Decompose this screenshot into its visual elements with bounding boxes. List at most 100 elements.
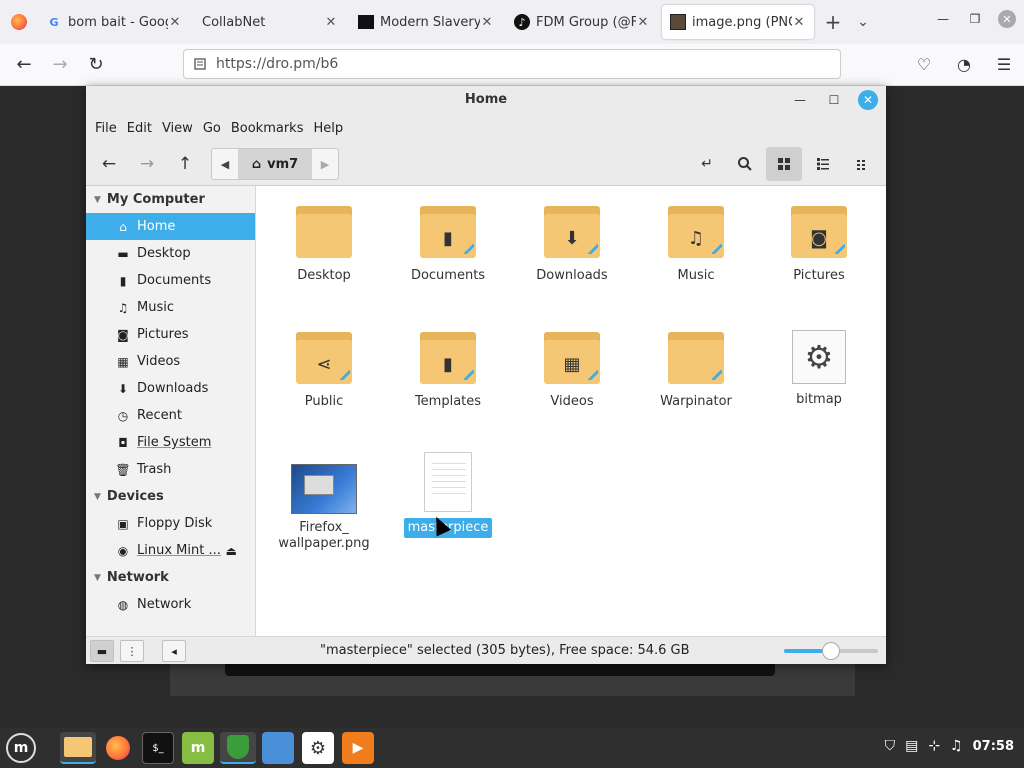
compact-view-icon[interactable] [848,150,878,178]
list-view-icon[interactable] [808,150,838,178]
sidebar-section-network[interactable]: ▼ Network [86,564,255,591]
file-item-bitmap[interactable]: ⚙ bitmap [764,330,874,408]
account-icon[interactable]: ◔ [954,54,974,74]
tab-image-png[interactable]: image.png (PNG ✕ [662,5,814,39]
file-item-pictures[interactable]: ◙ Pictures [764,206,874,284]
firefox-taskbar-icon[interactable] [102,732,134,764]
gear-icon: ⚙ [792,330,846,384]
menu-go[interactable]: Go [198,121,226,136]
firefox-icon[interactable] [0,0,38,44]
sidebar-item-videos[interactable]: ▦ Videos [86,348,255,375]
close-tab-icon[interactable]: ✕ [324,15,338,30]
icon-view-icon[interactable] [766,147,802,181]
new-tab-icon[interactable]: + [818,10,848,34]
network-tray-icon[interactable]: ⊹ [928,738,940,754]
eject-icon[interactable]: ⏏ [226,544,237,558]
terminal-icon[interactable]: $_ [142,732,174,764]
menu-view[interactable]: View [157,121,198,136]
collapse-triangle-icon[interactable]: ▼ [94,195,101,205]
restore-icon[interactable]: ❐ [966,10,984,28]
show-places-icon[interactable]: ▬ [90,640,114,662]
path-right-icon[interactable]: ▶ [312,149,338,179]
sidebar-item-floppy[interactable]: ▣ Floppy Disk [86,510,255,537]
documents-folder-icon: ▮ [420,206,476,258]
chevron-down-icon[interactable]: ⌄ [848,14,878,30]
back-icon[interactable]: ← [6,49,42,81]
sidebar-section-devices[interactable]: ▼ Devices [86,483,255,510]
close-tab-icon[interactable]: ✕ [168,15,182,30]
sidebar-item-desktop[interactable]: ▬ Desktop [86,240,255,267]
minimize-icon[interactable]: — [934,10,952,28]
close-tab-icon[interactable]: ✕ [792,15,806,30]
sidebar-item-music[interactable]: ♫ Music [86,294,255,321]
file-item-firefox-wallpaper[interactable]: Firefox_ wallpaper.png [269,464,379,552]
file-item-public[interactable]: ⋖ Public [269,332,379,410]
show-tree-icon[interactable]: ⋮ [120,640,144,662]
menu-help[interactable]: Help [308,121,348,136]
collapse-triangle-icon[interactable]: ▼ [94,492,101,502]
tab-collabnet[interactable]: CollabNet ✕ [194,5,346,39]
reload-icon[interactable]: ↻ [78,49,114,81]
url-bar[interactable]: https://dro.pm/b6 [183,49,841,79]
sidebar-item-downloads[interactable]: ⬇ Downloads [86,375,255,402]
forward-icon[interactable]: → [132,150,162,178]
url-text[interactable]: https://dro.pm/b6 [216,56,338,72]
path-crumb-home[interactable]: ⌂ vm7 [238,149,312,179]
file-manager-taskbar-icon[interactable] [60,732,96,764]
file-item-videos[interactable]: ▦ Videos [517,332,627,410]
path-left-icon[interactable]: ◀ [212,149,238,179]
sidebar-item-file-system[interactable]: ◘ File System [86,429,255,456]
sidebar-item-network[interactable]: ◍ Network [86,591,255,618]
file-item-downloads[interactable]: ⬇ Downloads [517,206,627,284]
tab-modern-slavery[interactable]: Modern Slavery ✕ [350,5,502,39]
clock-icon: ◷ [117,408,129,423]
file-item-music[interactable]: ♫ Music [641,206,751,284]
sidebar-item-documents[interactable]: ▮ Documents [86,267,255,294]
menu-file[interactable]: File [90,121,122,136]
maximize-icon[interactable]: ☐ [824,90,844,110]
file-item-desktop[interactable]: Desktop [269,206,379,284]
sidebar-item-linux-mint[interactable]: ◉ Linux Mint ... ⏏ [86,537,255,564]
settings-gear-icon[interactable]: ⚙ [302,732,334,764]
hide-sidebar-icon[interactable]: ◂ [162,640,186,662]
close-window-icon[interactable]: ✕ [998,10,1016,28]
window-titlebar[interactable]: Home — ☐ ✕ [86,86,886,114]
sidebar-item-trash[interactable]: 🗑 Trash [86,456,255,483]
up-icon[interactable]: ↑ [170,150,200,178]
zoom-knob[interactable] [822,642,840,660]
sidebar-section-my-computer[interactable]: ▼ My Computer [86,186,255,213]
zoom-slider[interactable] [784,642,878,660]
close-icon[interactable]: ✕ [858,90,878,110]
shield-tray-icon[interactable]: ⛉ [885,738,896,754]
minimize-icon[interactable]: — [790,90,810,110]
menu-edit[interactable]: Edit [122,121,157,136]
clock[interactable]: 07:58 [973,739,1014,754]
menu-bookmarks[interactable]: Bookmarks [226,121,309,136]
tab-fdm-group[interactable]: ♪ FDM Group (@F ✕ [506,5,658,39]
tab-bom-bait[interactable]: G bom bait - Goog ✕ [38,5,190,39]
mint-menu-icon[interactable]: m [6,733,36,763]
clipboard-tray-icon[interactable]: ▤ [905,738,918,754]
file-item-templates[interactable]: ▮ Templates [393,332,503,410]
mintinstall-icon[interactable]: m [182,732,214,764]
sidebar-item-recent[interactable]: ◷ Recent [86,402,255,429]
page-info-icon[interactable] [192,56,208,72]
sidebar-item-home[interactable]: ⌂ Home [86,213,255,240]
location-toggle-icon[interactable]: ↵ [692,150,722,178]
close-tab-icon[interactable]: ✕ [480,15,494,30]
menu-icon[interactable]: ☰ [994,54,1014,74]
close-tab-icon[interactable]: ✕ [636,15,650,30]
files-blue-icon[interactable] [262,732,294,764]
back-icon[interactable]: ← [94,150,124,178]
sound-tray-icon[interactable]: ♫ [950,738,963,754]
collapse-triangle-icon[interactable]: ▼ [94,573,101,583]
pocket-icon[interactable]: ♡ [914,54,934,74]
shield-icon[interactable] [220,732,256,764]
file-item-warpinator[interactable]: Warpinator [641,332,751,410]
pictures-folder-icon: ◙ [791,206,847,258]
forward-icon[interactable]: → [42,49,78,81]
search-icon[interactable] [730,150,760,178]
file-item-documents[interactable]: ▮ Documents [393,206,503,284]
sidebar-item-pictures[interactable]: ◙ Pictures [86,321,255,348]
media-player-icon[interactable]: ▶ [342,732,374,764]
